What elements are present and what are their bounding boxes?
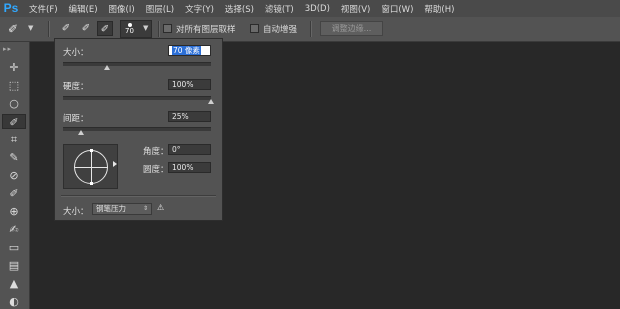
auto-enhance-checkbox[interactable] xyxy=(250,24,259,33)
crop-icon[interactable]: ⌗ xyxy=(2,132,26,147)
hardness-slider[interactable] xyxy=(63,96,211,100)
photoshop-logo[interactable]: Ps xyxy=(3,1,19,16)
eraser-icon[interactable]: ▭ xyxy=(2,240,26,255)
quick-selection-icon[interactable]: ✐ xyxy=(2,114,26,129)
menu-window[interactable]: 窗口(W) xyxy=(381,3,413,15)
chevron-down-icon: ▼ xyxy=(28,24,34,32)
panel-grip[interactable]: ▸▸ xyxy=(3,45,12,53)
dodge-icon[interactable]: ◐ xyxy=(2,294,26,309)
new-selection-button[interactable]: ✐ xyxy=(58,21,74,36)
menu-filter[interactable]: 滤镜(T) xyxy=(265,3,294,15)
size-slider-knob[interactable] xyxy=(104,65,111,70)
separator xyxy=(310,21,311,37)
roundness-label: 圆度： xyxy=(143,165,169,175)
subtract-from-selection-button[interactable]: ✐ xyxy=(97,21,113,36)
marquee-icon[interactable]: ⬚ xyxy=(2,78,26,93)
brush-size-value: 70 xyxy=(125,27,134,35)
tool-preset-picker[interactable]: ✐ ▼ xyxy=(6,22,36,36)
spot-healing-icon[interactable]: ⊘ xyxy=(2,168,26,183)
refine-edge-button[interactable]: 调整边缘... xyxy=(320,21,383,36)
blur-icon[interactable]: ▲ xyxy=(2,276,26,291)
warning-icon: ⚠ xyxy=(157,203,165,212)
menu-3d[interactable]: 3D(D) xyxy=(305,4,330,14)
spacing-input[interactable]: 25% xyxy=(168,111,211,122)
menu-view[interactable]: 视图(V) xyxy=(341,3,370,15)
control-label: 大小： xyxy=(63,207,89,217)
brush-axis-vertical xyxy=(91,150,92,184)
roundness-input[interactable]: 100% xyxy=(168,162,211,173)
separator xyxy=(158,21,159,37)
brush-icon: ✐ xyxy=(8,22,19,36)
add-to-selection-button[interactable]: ✐ xyxy=(78,21,94,36)
separator xyxy=(48,21,49,37)
sample-all-layers-checkbox[interactable] xyxy=(163,24,172,33)
angle-label: 角度： xyxy=(143,147,169,157)
spacing-label: 间距： xyxy=(63,114,89,124)
menu-type[interactable]: 文字(Y) xyxy=(185,3,214,15)
menu-bar: Ps 文件(F) 编辑(E) 图像(I) 图层(L) 文字(Y) 选择(S) 滤… xyxy=(0,0,620,17)
updown-arrows-icon: ⇕ xyxy=(142,205,148,212)
size-slider[interactable] xyxy=(63,62,211,66)
size-control-value: 钢笔压力 xyxy=(96,204,126,213)
roundness-handle[interactable] xyxy=(90,182,93,185)
hardness-slider-knob[interactable] xyxy=(208,99,214,104)
roundness-handle[interactable] xyxy=(90,149,93,152)
sample-all-layers-label: 对所有图层取样 xyxy=(176,25,236,35)
menu-image[interactable]: 图像(I) xyxy=(109,3,135,15)
eyedropper-icon[interactable]: ✎ xyxy=(2,150,26,165)
brush-size-picker[interactable]: 70 ▼ xyxy=(120,20,152,38)
size-input[interactable]: 70 像素 xyxy=(168,45,211,56)
clone-stamp-icon[interactable]: ⊕ xyxy=(2,204,26,219)
auto-enhance-label: 自动增强 xyxy=(263,25,298,35)
spacing-slider-knob[interactable] xyxy=(77,130,84,135)
menu-file[interactable]: 文件(F) xyxy=(29,3,58,15)
menu-help[interactable]: 帮助(H) xyxy=(424,3,454,15)
hardness-label: 硬度： xyxy=(63,82,89,92)
brush-options-panel: 大小： 70 像素 硬度： 100% 间距： 25% 角度： 0° 圆度： 10… xyxy=(54,38,223,221)
history-brush-icon[interactable]: ✍ xyxy=(2,222,26,237)
chevron-down-icon: ▼ xyxy=(143,24,149,32)
size-label: 大小： xyxy=(63,48,89,58)
angle-input[interactable]: 0° xyxy=(168,144,211,155)
spacing-slider[interactable] xyxy=(63,127,211,131)
move-icon[interactable]: ✛ xyxy=(2,60,26,75)
lasso-icon[interactable]: ○ xyxy=(2,96,26,111)
menu-edit[interactable]: 编辑(E) xyxy=(69,3,98,15)
brush-tip-preview[interactable] xyxy=(63,144,118,189)
hardness-input[interactable]: 100% xyxy=(168,79,211,90)
menu-select[interactable]: 选择(S) xyxy=(225,3,254,15)
brush-icon[interactable]: ✐ xyxy=(2,186,26,201)
size-value: 70 像素 xyxy=(172,46,201,55)
divider xyxy=(61,195,216,196)
menu-layer[interactable]: 图层(L) xyxy=(146,3,174,15)
tools-panel: ▸▸ ✛ ⬚ ○ ✐ ⌗ ✎ ⊘ ✐ ⊕ ✍ ▭ ▤ ▲ ◐ xyxy=(0,42,30,309)
gradient-icon[interactable]: ▤ xyxy=(2,258,26,273)
size-control-select[interactable]: 钢笔压力 ⇕ xyxy=(92,203,152,215)
angle-arrow-icon[interactable] xyxy=(113,161,117,167)
